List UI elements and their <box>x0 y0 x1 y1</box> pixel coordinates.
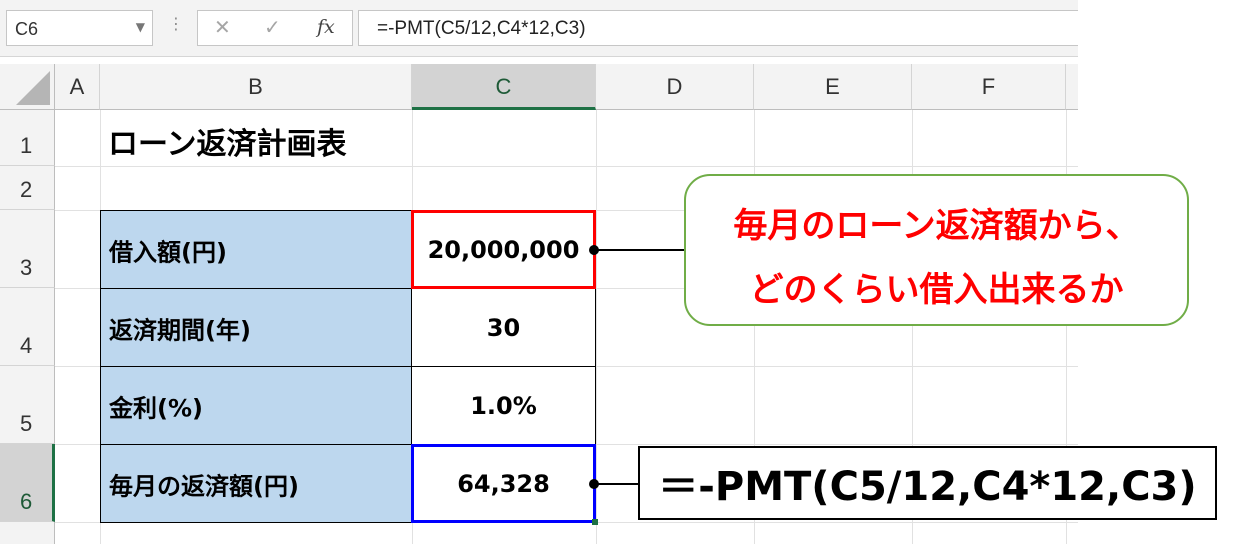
connector-dot-c3 <box>589 245 599 255</box>
column-header-d[interactable]: D <box>596 64 754 110</box>
chevron-down-icon[interactable]: ▼ <box>136 20 145 34</box>
repayment-period-label: 返済期間(年) <box>109 316 251 344</box>
gridline <box>55 166 1078 167</box>
row-header-2-label: 2 <box>20 177 33 202</box>
formula-input[interactable]: =-PMT(C5/12,C4*12,C3) <box>358 10 1078 46</box>
connector-line-c6 <box>596 483 640 485</box>
interest-rate-value: 1.0% <box>470 391 537 420</box>
column-header-f[interactable]: F <box>912 64 1066 110</box>
enter-check-icon[interactable]: ✓ <box>264 15 281 39</box>
interest-rate-label: 金利(%) <box>109 394 203 422</box>
name-box-value: C6 <box>15 19 39 39</box>
row-header-4-label: 4 <box>20 333 33 358</box>
fill-handle[interactable] <box>592 519 598 525</box>
callout-bubble: 毎月のローン返済額から、 どのくらい借入出来るか <box>684 174 1189 326</box>
loan-amount-label: 借入額(円) <box>109 238 227 266</box>
connector-line-c3 <box>596 249 686 251</box>
row-header-2[interactable]: 2 <box>0 166 55 210</box>
connector-dot-c6 <box>589 479 599 489</box>
insert-function-icon[interactable]: fx <box>317 16 335 38</box>
row-header-3-label: 3 <box>20 255 33 280</box>
cell-b5[interactable]: 金利(%) <box>100 366 412 445</box>
select-all-corner[interactable] <box>0 64 55 110</box>
callout-line-2: どのくらい借入出来るか <box>749 270 1124 310</box>
cancel-icon[interactable]: ✕ <box>214 15 231 39</box>
select-all-triangle-icon <box>16 71 50 105</box>
vertical-dots-icon: ⋮ <box>168 14 184 33</box>
row-header-1-label: 1 <box>20 133 33 158</box>
repayment-period-value: 30 <box>486 313 521 342</box>
column-header-c[interactable]: C <box>412 64 596 110</box>
column-header-g-partial[interactable] <box>1066 64 1078 110</box>
row-header-6-label: 6 <box>20 489 33 514</box>
cell-b4[interactable]: 返済期間(年) <box>100 288 412 367</box>
row-header-5[interactable]: 5 <box>0 366 55 444</box>
callout-line-1: 毎月のローン返済額から、 <box>733 206 1140 246</box>
column-header-e[interactable]: E <box>754 64 912 110</box>
formula-annotation-box: ＝-PMT(C5/12,C4*12,C3) <box>638 446 1217 520</box>
formula-input-text: =-PMT(C5/12,C4*12,C3) <box>377 18 586 39</box>
sheet-title[interactable]: ローン返済計画表 <box>108 119 347 163</box>
column-header-b[interactable]: B <box>100 64 412 110</box>
row-header-7-partial[interactable] <box>0 522 55 544</box>
column-header-a[interactable]: A <box>55 64 100 110</box>
row-header-5-label: 5 <box>20 411 33 436</box>
cell-b6[interactable]: 毎月の返済額(円) <box>100 444 412 523</box>
name-box[interactable]: C6 ▼ <box>6 10 153 46</box>
formula-annotation-text: ＝-PMT(C5/12,C4*12,C3) <box>658 464 1197 510</box>
formula-bar: C6 ▼ ⋮ ✕ ✓ fx =-PMT(C5/12,C4*12,C3) <box>0 0 1078 57</box>
red-highlight-c3 <box>411 210 596 289</box>
blue-highlight-c6 <box>411 444 596 523</box>
formula-buttons: ✕ ✓ fx <box>197 10 353 46</box>
row-header-4[interactable]: 4 <box>0 288 55 366</box>
monthly-payment-label: 毎月の返済額(円) <box>109 472 299 500</box>
row-header-3[interactable]: 3 <box>0 210 55 288</box>
cell-c4[interactable]: 30 <box>411 288 596 367</box>
row-header-6[interactable]: 6 <box>0 444 55 522</box>
cell-c5[interactable]: 1.0% <box>411 366 596 445</box>
row-header-1[interactable]: 1 <box>0 110 55 166</box>
cell-b3[interactable]: 借入額(円) <box>100 210 412 289</box>
